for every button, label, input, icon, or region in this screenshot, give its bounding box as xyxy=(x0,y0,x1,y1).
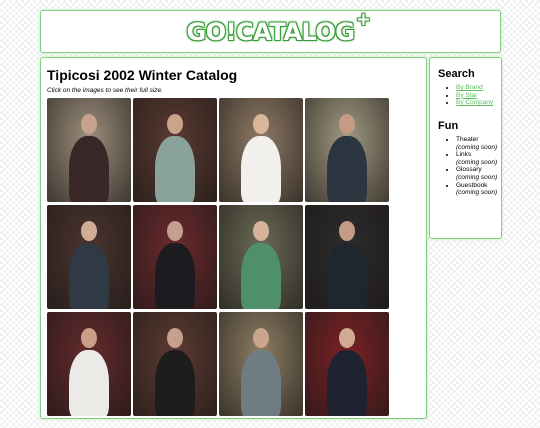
thumbnail-head xyxy=(339,221,355,241)
search-by-star-item: By Star xyxy=(456,92,500,100)
fun-item-label: Glossary xyxy=(456,166,482,174)
page-title: Tipicosi 2002 Winter Catalog xyxy=(47,67,238,83)
logo-text[interactable]: GO!CATALOG xyxy=(187,18,356,46)
thumbnail-head xyxy=(167,114,183,134)
thumbnail-figure xyxy=(241,243,281,309)
fun-item-glossary: Glossary(coming soon) xyxy=(456,166,500,181)
thumbnail-head xyxy=(81,328,97,348)
fun-item-note: (coming soon) xyxy=(456,173,498,181)
thumbnail-head xyxy=(167,328,183,348)
search-links: By Brand By Star By Company xyxy=(448,84,500,107)
fun-item-note: (coming soon) xyxy=(456,158,498,166)
thumb-9[interactable] xyxy=(47,312,131,416)
thumbnail-figure xyxy=(327,243,367,309)
thumbnail-figure xyxy=(241,136,281,202)
thumbnail-figure xyxy=(69,243,109,309)
thumbnail-figure xyxy=(155,243,195,309)
sidebar: Search By Brand By Star By Company Fun T… xyxy=(429,57,502,239)
thumb-1[interactable] xyxy=(47,98,131,202)
fun-item-links: Links(coming soon) xyxy=(456,151,500,166)
thumb-8[interactable] xyxy=(305,205,389,309)
thumbnail-head xyxy=(253,221,269,241)
thumb-7[interactable] xyxy=(219,205,303,309)
thumb-11[interactable] xyxy=(219,312,303,416)
fun-item-label: Links xyxy=(456,151,472,159)
site-logo[interactable]: GO!CATALOG + xyxy=(187,9,371,46)
thumbnail-head xyxy=(253,328,269,348)
search-by-brand-item: By Brand xyxy=(456,84,500,92)
fun-item-label: Theater xyxy=(456,136,479,143)
logo-plus-icon: + xyxy=(355,8,371,30)
thumbnail-figure xyxy=(69,350,109,416)
thumb-6[interactable] xyxy=(133,205,217,309)
thumbnail-grid xyxy=(47,98,393,428)
fun-list: Theater(coming soon) Links(coming soon) … xyxy=(448,136,500,197)
search-by-star-link[interactable]: By Star xyxy=(456,92,477,99)
search-by-company-link[interactable]: By Company xyxy=(456,99,493,106)
thumbnail-figure xyxy=(155,350,195,416)
site-header: GO!CATALOG + xyxy=(40,9,501,53)
thumbnail-head xyxy=(81,221,97,241)
search-by-company-item: By Company xyxy=(456,99,500,107)
thumbnail-figure xyxy=(327,350,367,416)
fun-item-theater: Theater(coming soon) xyxy=(456,136,500,151)
thumbnail-head xyxy=(339,328,355,348)
thumbnail-figure xyxy=(241,350,281,416)
thumbnail-head xyxy=(253,114,269,134)
thumbnail-figure xyxy=(327,136,367,202)
thumb-2[interactable] xyxy=(133,98,217,202)
thumbnail-head xyxy=(339,114,355,134)
search-heading: Search xyxy=(438,68,475,80)
thumbnail-figure xyxy=(155,136,195,202)
thumb-3[interactable] xyxy=(219,98,303,202)
thumb-5[interactable] xyxy=(47,205,131,309)
thumb-10[interactable] xyxy=(133,312,217,416)
fun-item-note: (coming soon) xyxy=(456,189,498,197)
thumb-12[interactable] xyxy=(305,312,389,416)
intro-text: Click on the images to see their full si… xyxy=(47,87,163,94)
main-content: Tipicosi 2002 Winter Catalog Click on th… xyxy=(40,57,427,419)
fun-item-label: Guestbook xyxy=(456,181,488,189)
thumbnail-head xyxy=(81,114,97,134)
search-by-brand-link[interactable]: By Brand xyxy=(456,84,483,91)
thumbnail-head xyxy=(167,221,183,241)
fun-item-note: (coming soon) xyxy=(456,143,498,151)
fun-item-guestbook: Guestbook(coming soon) xyxy=(456,182,500,197)
thumb-4[interactable] xyxy=(305,98,389,202)
fun-heading: Fun xyxy=(438,120,459,132)
thumbnail-figure xyxy=(69,136,109,202)
